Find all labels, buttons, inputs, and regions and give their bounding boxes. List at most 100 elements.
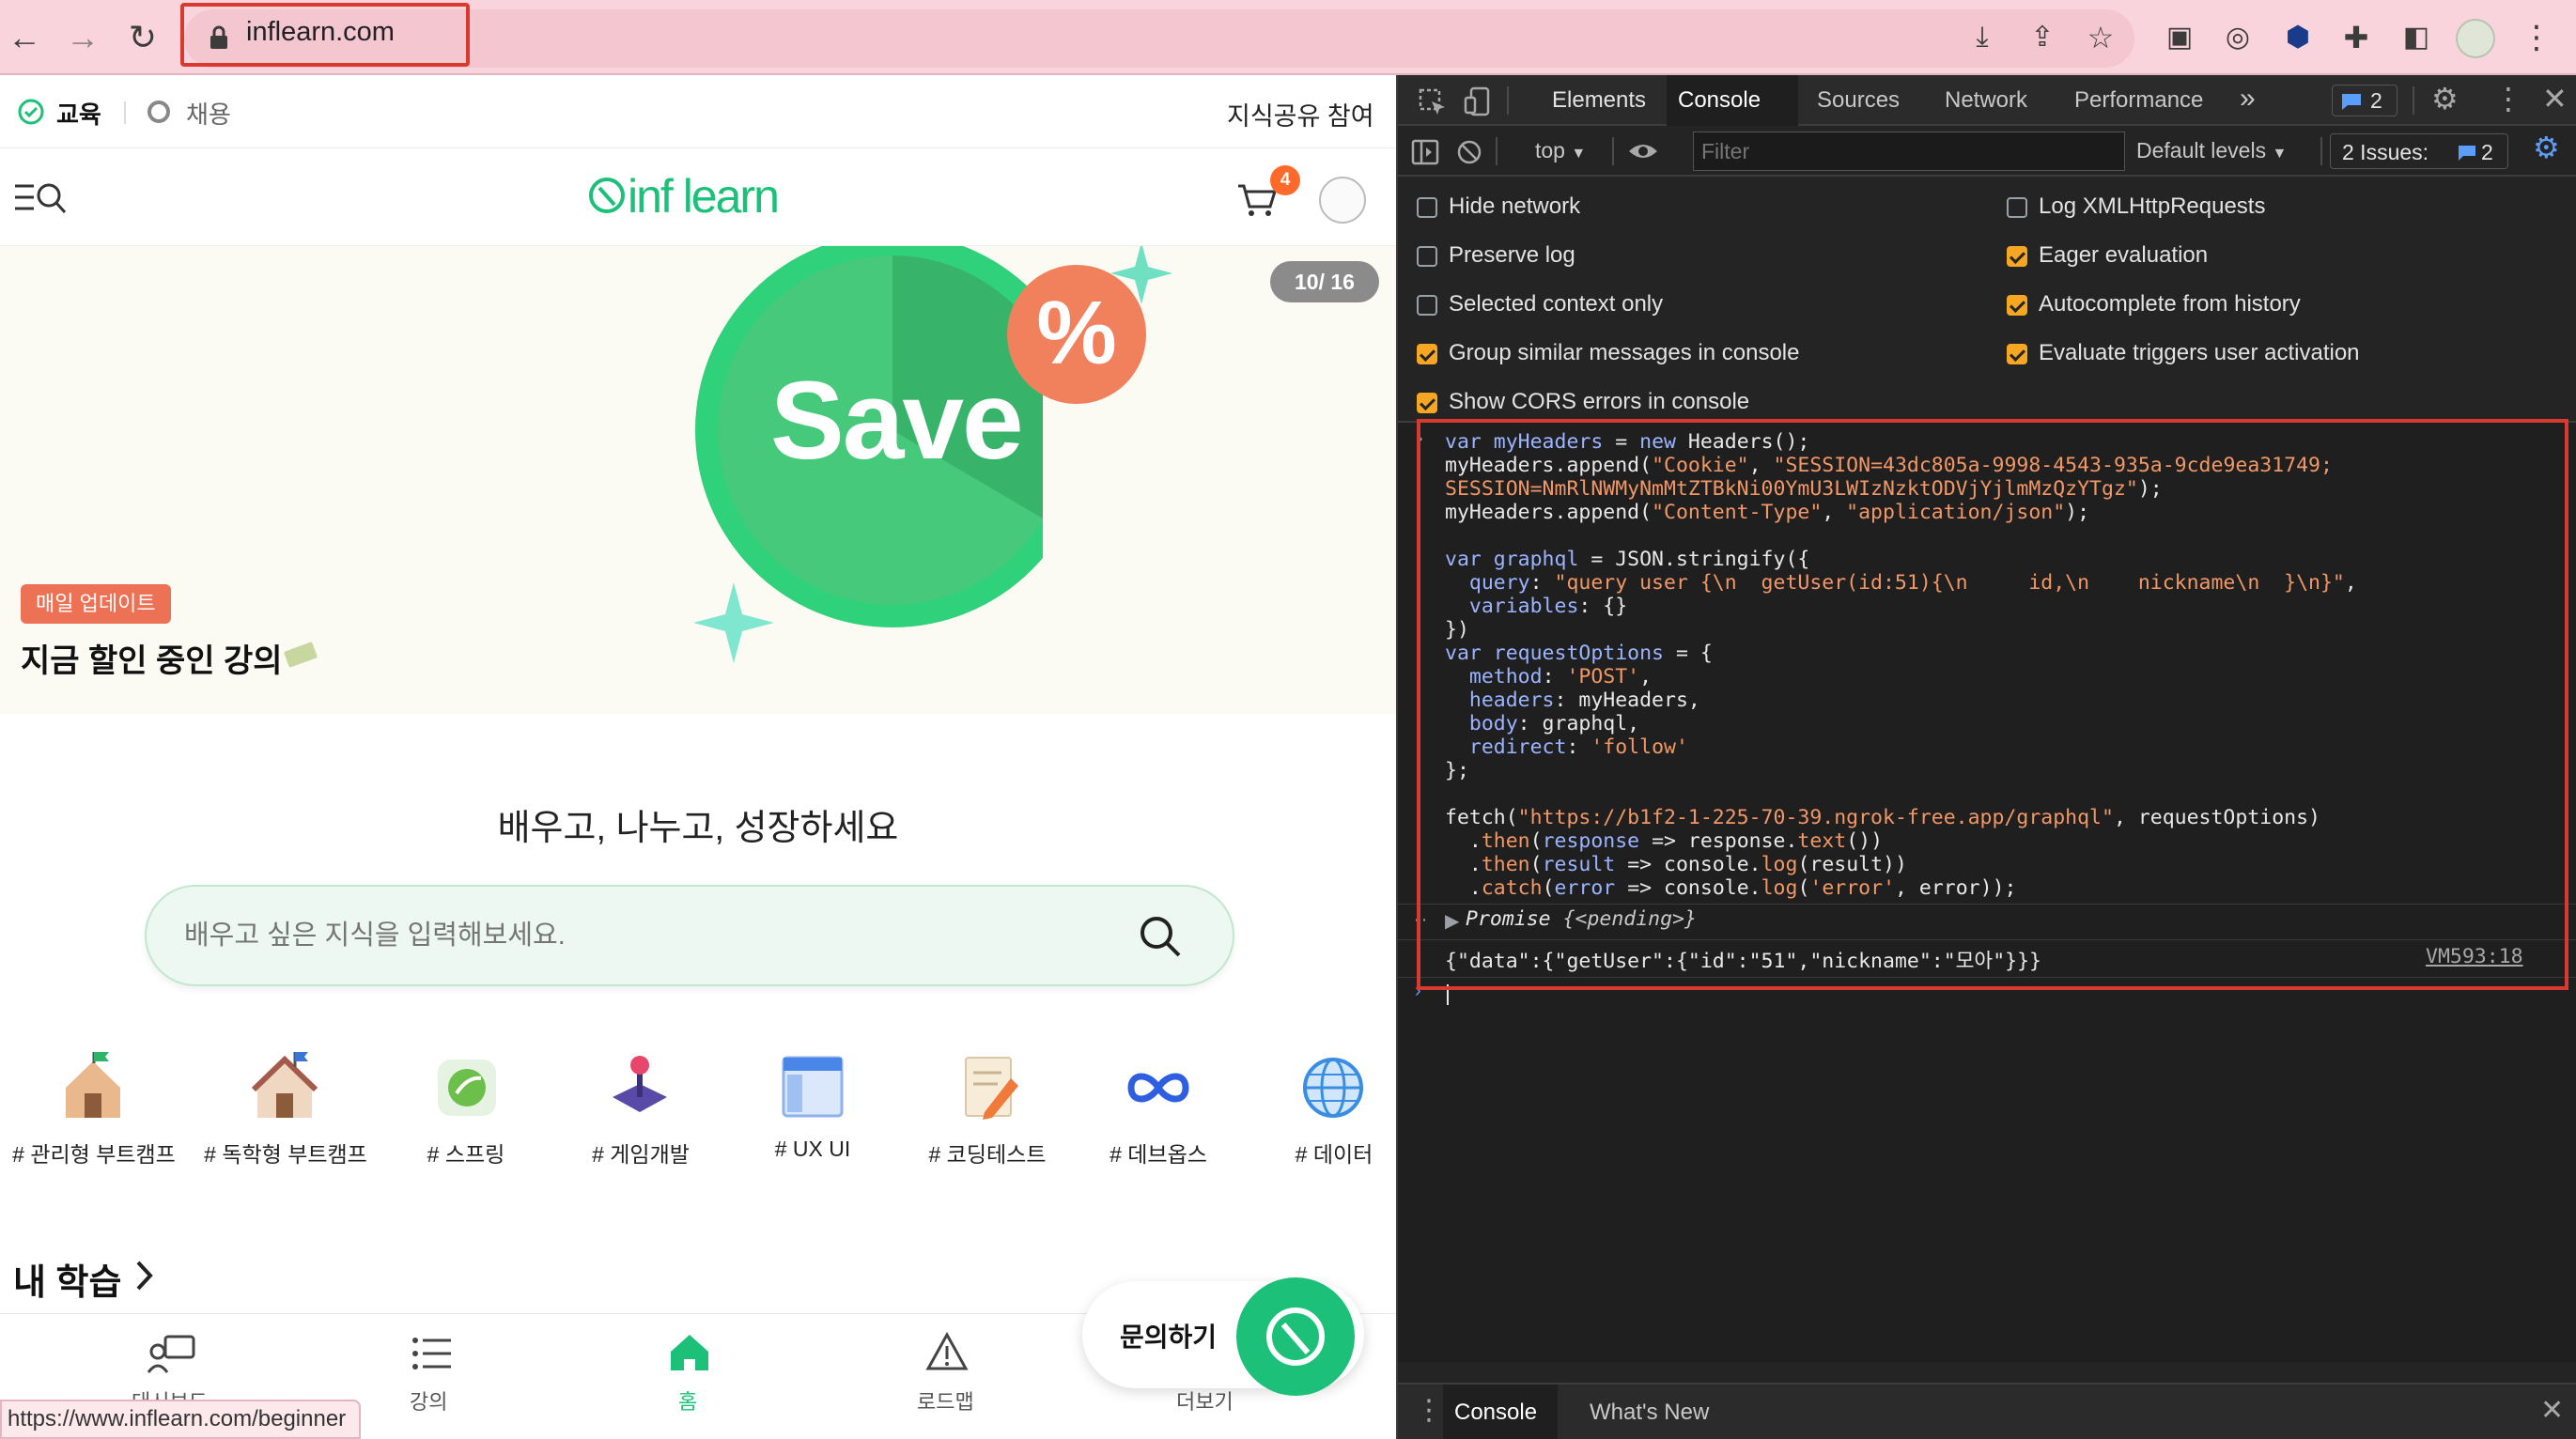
log-xhr-checkbox[interactable]: [2007, 197, 2027, 218]
messages-badge[interactable]: 2: [2332, 85, 2398, 116]
filter-box[interactable]: [1693, 132, 2125, 171]
console-output[interactable]: › var myHeaders = new Headers(); myHeade…: [1398, 419, 2576, 1362]
user-activation-checkbox[interactable]: [2007, 344, 2027, 364]
category-label[interactable]: # 코딩테스트: [919, 1137, 1056, 1168]
category-item[interactable]: [60, 1050, 126, 1126]
devtools-menu-icon[interactable]: ⋮: [2493, 81, 2523, 116]
forward-arrow-icon[interactable]: →: [60, 15, 105, 60]
category-label[interactable]: # 게임개발: [586, 1137, 695, 1168]
user-activation-label[interactable]: Evaluate triggers user activation: [2039, 340, 2360, 366]
category-label[interactable]: # 관리형 부트캠프: [11, 1137, 177, 1168]
inflearn-logo-text[interactable]: inf learn: [628, 169, 780, 224]
reload-icon[interactable]: ↻: [120, 15, 165, 60]
sidebar-toggle-icon[interactable]: [1411, 139, 1439, 165]
extension-shield-icon[interactable]: ⬢: [2275, 15, 2320, 60]
drawer-tab-whats-new[interactable]: What's New: [1590, 1400, 1709, 1426]
extension-media-icon[interactable]: ▣: [2157, 15, 2202, 60]
clear-console-icon[interactable]: [1456, 139, 1482, 165]
category-label[interactable]: # 데이터: [1287, 1137, 1381, 1168]
url-text[interactable]: inflearn.com: [246, 17, 395, 48]
hide-network-label[interactable]: Hide network: [1449, 193, 1580, 220]
category-item[interactable]: [434, 1050, 500, 1126]
console-settings-gear-icon[interactable]: ⚙: [2533, 130, 2560, 165]
search-input[interactable]: [184, 909, 1124, 962]
log-levels-dropdown[interactable]: Default levels ▼: [2136, 138, 2287, 163]
tab-performance[interactable]: Performance: [2074, 87, 2203, 114]
address-bar[interactable]: [184, 9, 2134, 68]
back-arrow-icon[interactable]: ←: [2, 15, 47, 60]
context-selector[interactable]: top ▼: [1535, 138, 1586, 163]
menu-search-icon[interactable]: [13, 182, 68, 216]
extensions-puzzle-icon[interactable]: ✚: [2334, 15, 2379, 60]
category-item[interactable]: [956, 1050, 1022, 1126]
close-devtools-icon[interactable]: ✕: [2542, 81, 2568, 116]
my-learning-heading[interactable]: 내 학습: [13, 1253, 121, 1305]
category-item[interactable]: [607, 1050, 673, 1126]
tab-network[interactable]: Network: [1945, 87, 2027, 114]
nav-more[interactable]: 더보기: [1176, 1385, 1234, 1416]
issues-button[interactable]: 2 Issues: 2: [2330, 133, 2508, 169]
category-item[interactable]: [1300, 1050, 1366, 1126]
share-icon[interactable]: ⇪: [2020, 15, 2065, 60]
nav-courses[interactable]: 강의: [410, 1385, 447, 1416]
device-toolbar-icon[interactable]: [1464, 86, 1492, 116]
inquiry-label[interactable]: 문의하기: [1120, 1317, 1217, 1354]
group-similar-label[interactable]: Group similar messages in console: [1449, 340, 1800, 366]
category-item[interactable]: [780, 1050, 846, 1126]
autocomplete-history-checkbox[interactable]: [2007, 295, 2027, 316]
close-drawer-icon[interactable]: ✕: [2540, 1394, 2564, 1427]
log-xhr-label[interactable]: Log XMLHttpRequests: [2039, 193, 2265, 220]
drawer-tab-console-active[interactable]: Console: [1443, 1385, 1558, 1439]
lock-icon[interactable]: [209, 24, 229, 51]
install-app-icon[interactable]: ⤓: [1960, 15, 2005, 60]
cors-errors-label[interactable]: Show CORS errors in console: [1449, 389, 1749, 415]
nav-home[interactable]: 홈: [678, 1385, 697, 1416]
tab-education[interactable]: 교육: [56, 96, 101, 131]
tab-elements[interactable]: Elements: [1552, 87, 1646, 114]
selected-context-label[interactable]: Selected context only: [1449, 291, 1663, 317]
roadmap-icon[interactable]: [924, 1331, 970, 1374]
knowledge-share-link[interactable]: 지식공유 참여: [1227, 96, 1374, 132]
selected-context-checkbox[interactable]: [1417, 295, 1437, 316]
search-box[interactable]: [145, 885, 1234, 986]
category-label[interactable]: # 데브옵스: [1099, 1137, 1218, 1168]
eager-evaluation-checkbox[interactable]: [2007, 246, 2027, 267]
nav-roadmap[interactable]: 로드맵: [917, 1385, 974, 1416]
preserve-log-checkbox[interactable]: [1417, 246, 1437, 267]
drawer-menu-icon[interactable]: ⋮: [1415, 1394, 1443, 1427]
autocomplete-history-label[interactable]: Autocomplete from history: [2039, 291, 2301, 317]
dashboard-icon[interactable]: [147, 1333, 197, 1374]
bookmark-star-icon[interactable]: ☆: [2078, 15, 2123, 60]
inflearn-logo-icon[interactable]: [586, 175, 628, 216]
drawer-tab-console[interactable]: Console: [1454, 1400, 1537, 1426]
chevron-right-icon[interactable]: [133, 1259, 156, 1292]
category-item[interactable]: [1125, 1050, 1191, 1126]
home-icon[interactable]: [667, 1331, 712, 1374]
eager-evaluation-label[interactable]: Eager evaluation: [2039, 242, 2208, 269]
user-avatar[interactable]: [1319, 177, 1366, 224]
group-similar-checkbox[interactable]: [1417, 344, 1437, 364]
hide-network-checkbox[interactable]: [1417, 197, 1437, 218]
category-item[interactable]: [251, 1050, 318, 1126]
preserve-log-label[interactable]: Preserve log: [1449, 242, 1575, 269]
inquiry-logo-button[interactable]: [1236, 1277, 1355, 1396]
extension-code-icon[interactable]: ◎: [2215, 15, 2260, 60]
live-expression-eye-icon[interactable]: [1627, 141, 1659, 162]
profile-avatar[interactable]: [2456, 19, 2495, 58]
category-label[interactable]: # UX UI: [761, 1137, 864, 1162]
filter-input[interactable]: [1701, 138, 2115, 164]
settings-gear-icon[interactable]: ⚙: [2431, 81, 2459, 116]
promo-banner[interactable]: Save % 10/ 16 매일 업데이트 지금 할인 중인 강의: [0, 246, 1396, 714]
side-panel-icon[interactable]: ◧: [2394, 15, 2439, 60]
category-label[interactable]: # 독학형 부트캠프: [201, 1137, 370, 1168]
tab-jobs[interactable]: 채용: [186, 96, 231, 131]
inspect-element-icon[interactable]: [1419, 88, 1447, 116]
category-label[interactable]: # 스프링: [413, 1137, 519, 1168]
tab-sources[interactable]: Sources: [1817, 87, 1900, 114]
cors-errors-checkbox[interactable]: [1417, 393, 1437, 413]
list-icon[interactable]: [411, 1335, 453, 1372]
tab-console[interactable]: Console: [1678, 87, 1761, 114]
search-icon[interactable]: [1139, 915, 1182, 958]
more-tabs-chevron-icon[interactable]: »: [2240, 83, 2256, 115]
tab-console-active[interactable]: Console: [1667, 75, 1798, 126]
